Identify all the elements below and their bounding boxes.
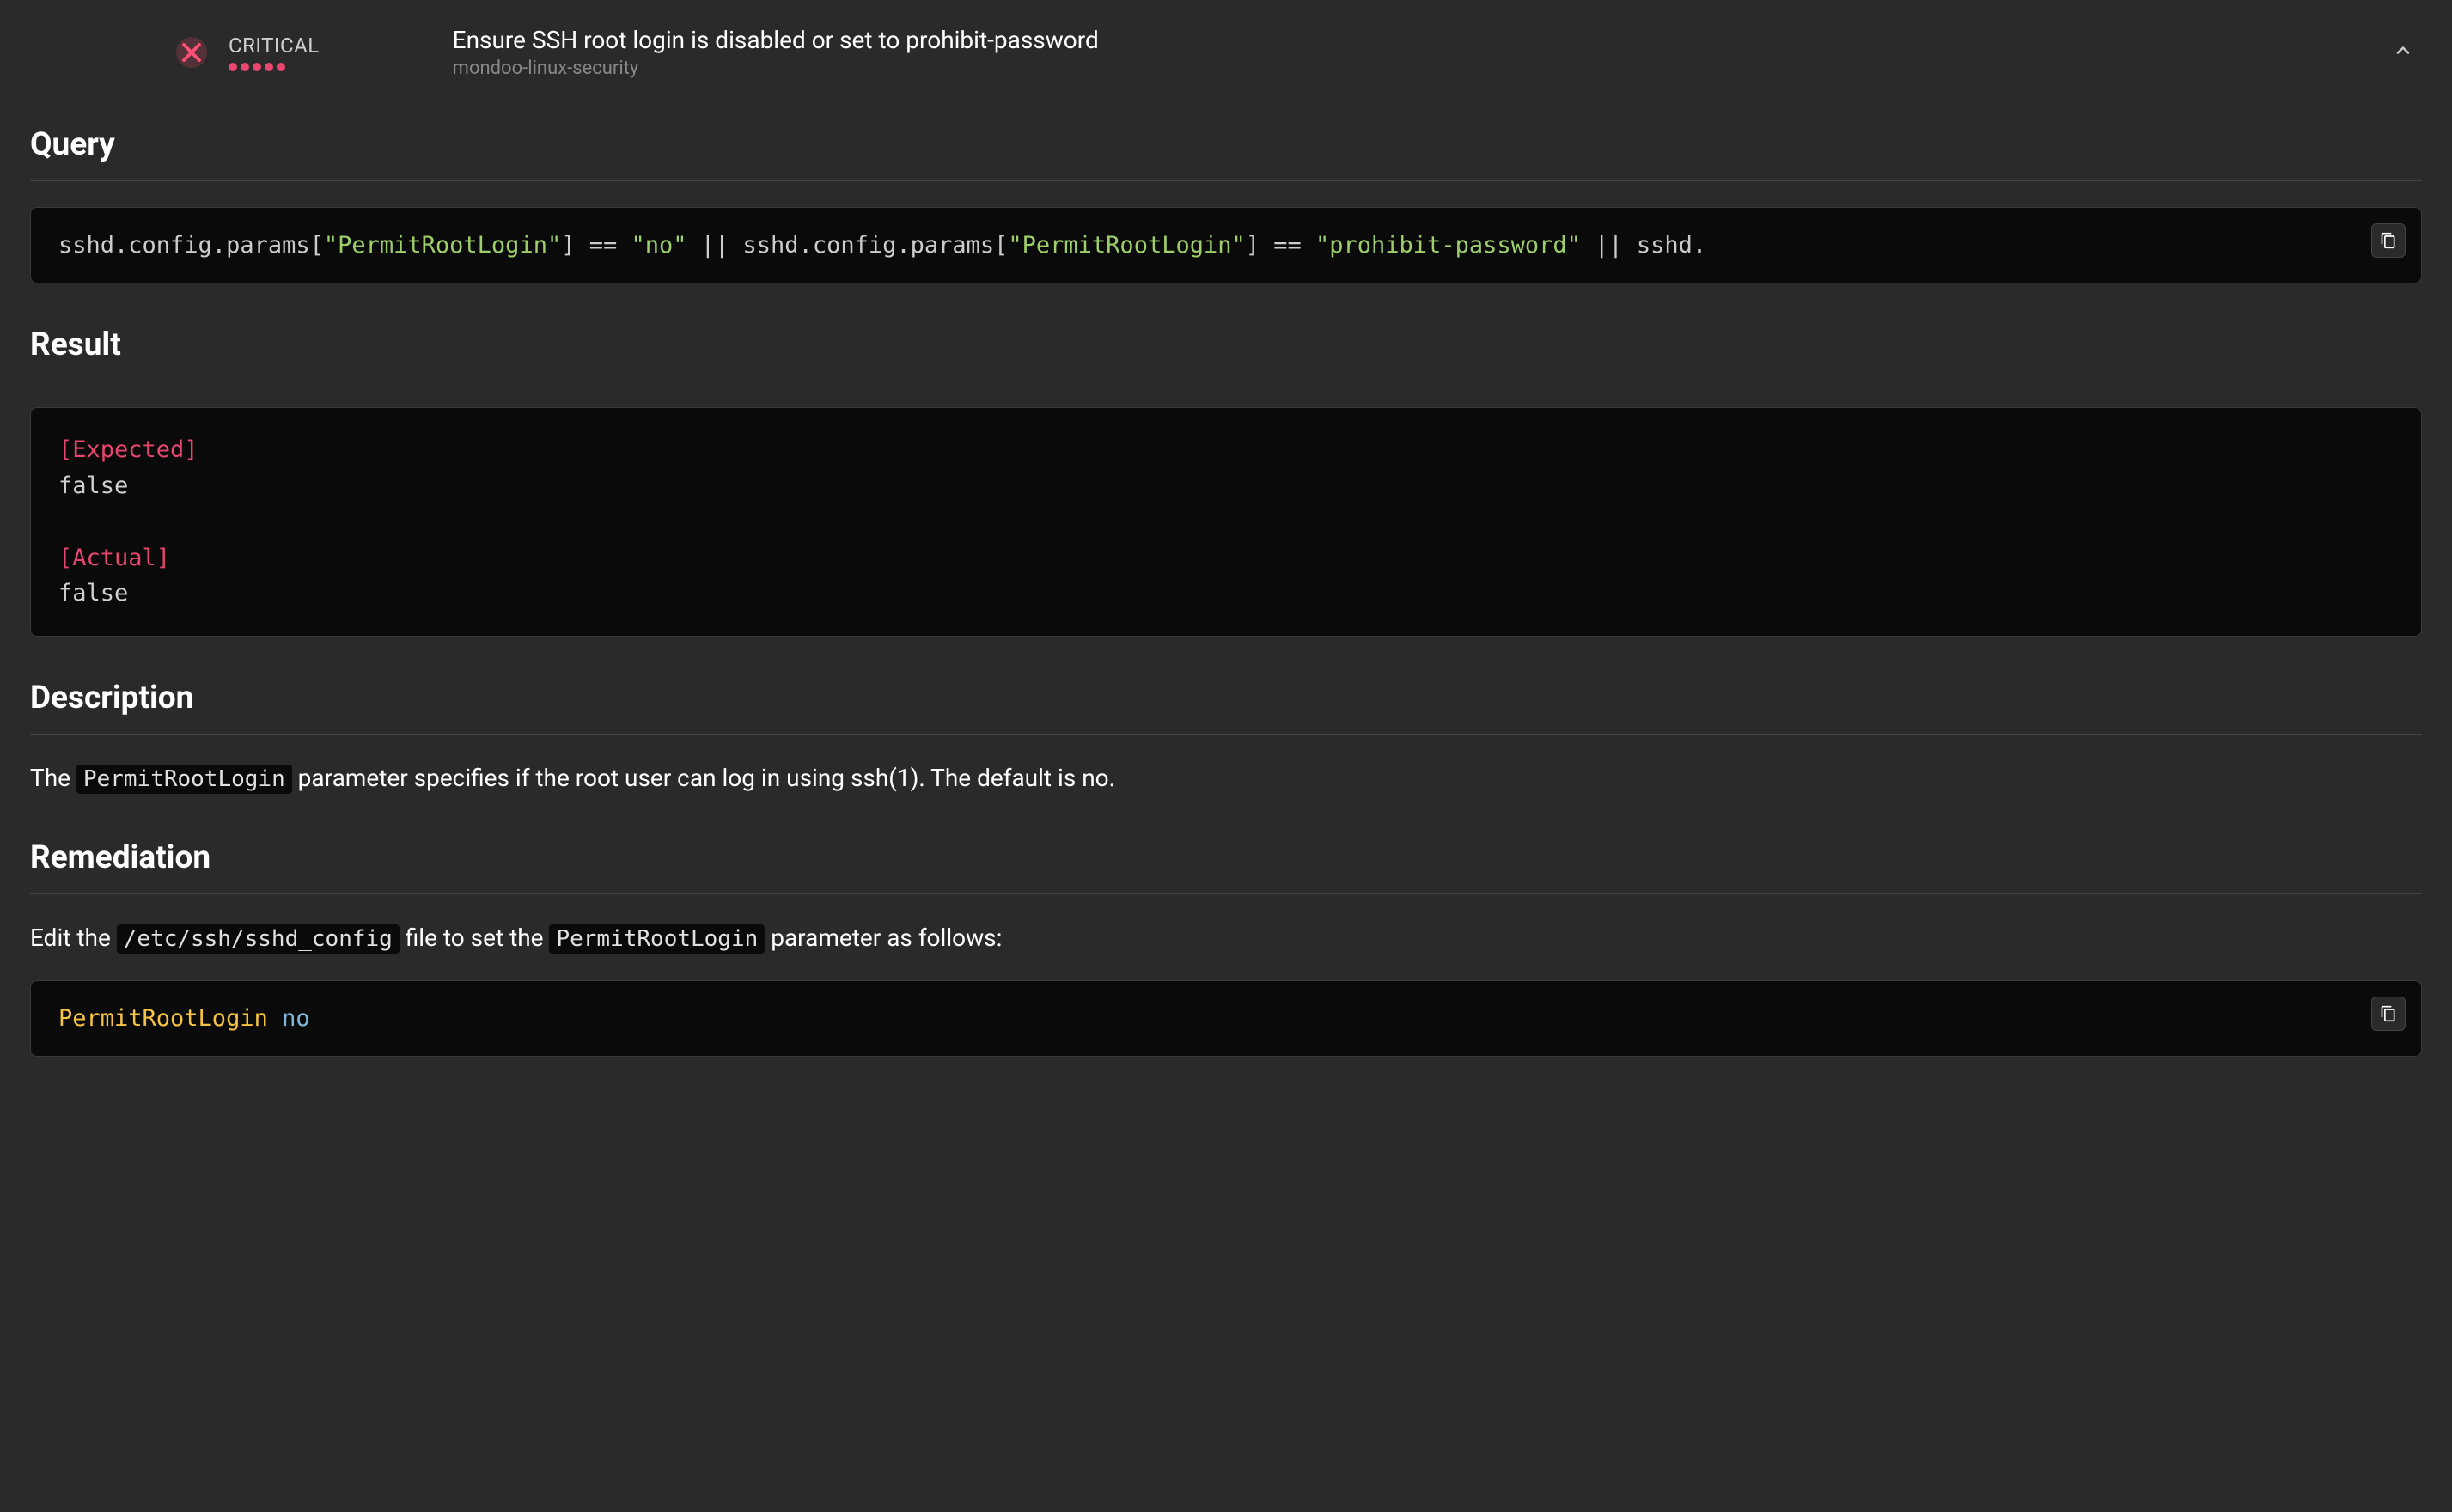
severity-dot xyxy=(253,63,261,71)
result-section: Result [Expected] false [Actual] false xyxy=(0,305,2452,658)
remediation-code-value: no xyxy=(282,1005,310,1032)
expected-label: [Expected] xyxy=(58,432,2394,468)
description-section: Description The PermitRootLogin paramete… xyxy=(0,658,2452,818)
result-code-block: [Expected] false [Actual] false xyxy=(30,407,2422,637)
remediation-heading: Remediation xyxy=(30,839,2422,894)
collapse-button[interactable] xyxy=(2393,40,2413,65)
description-code-param: PermitRootLogin xyxy=(76,765,292,794)
severity-dot xyxy=(265,63,273,71)
remediation-section: Remediation Edit the /etc/ssh/sshd_confi… xyxy=(0,818,2452,1078)
check-subtitle: mondoo-linux-security xyxy=(453,58,1099,79)
check-title: Ensure SSH root login is disabled or set… xyxy=(453,26,1099,54)
query-section: Query sshd.config.params["PermitRootLogi… xyxy=(0,105,2452,305)
description-text: The PermitRootLogin parameter specifies … xyxy=(30,760,2422,796)
actual-label: [Actual] xyxy=(58,540,2394,576)
severity-label: CRITICAL xyxy=(229,34,320,58)
query-code: sshd.config.params["PermitRootLogin"] ==… xyxy=(58,232,1706,259)
severity-dot xyxy=(241,63,249,71)
remediation-code-param: PermitRootLogin xyxy=(549,924,765,954)
remediation-text-1: Edit the xyxy=(30,924,117,952)
result-heading: Result xyxy=(30,326,2422,381)
check-header: CRITICAL Ensure SSH root login is disabl… xyxy=(0,0,2452,105)
severity-dots xyxy=(229,63,320,71)
severity-block: CRITICAL xyxy=(229,34,320,71)
severity-dot xyxy=(277,63,285,71)
remediation-code-block: PermitRootLogin no xyxy=(30,980,2422,1057)
remediation-text-3: parameter as follows: xyxy=(765,924,1002,952)
description-text-before: The xyxy=(30,764,76,792)
description-text-after: parameter specifies if the root user can… xyxy=(292,764,1115,792)
expected-value: false xyxy=(58,468,2394,504)
copy-remediation-button[interactable] xyxy=(2371,997,2406,1031)
query-code-block: sshd.config.params["PermitRootLogin"] ==… xyxy=(30,207,2422,284)
remediation-code-key: PermitRootLogin xyxy=(58,1005,268,1032)
remediation-code-path: /etc/ssh/sshd_config xyxy=(117,924,400,954)
actual-value: false xyxy=(58,576,2394,612)
severity-dot xyxy=(229,63,237,71)
title-block: Ensure SSH root login is disabled or set… xyxy=(453,26,1099,79)
copy-query-button[interactable] xyxy=(2371,223,2406,258)
status-fail-icon xyxy=(176,37,207,68)
query-heading: Query xyxy=(30,126,2422,181)
description-heading: Description xyxy=(30,680,2422,735)
remediation-text: Edit the /etc/ssh/sshd_config file to se… xyxy=(30,920,2422,956)
remediation-text-2: file to set the xyxy=(400,924,550,952)
